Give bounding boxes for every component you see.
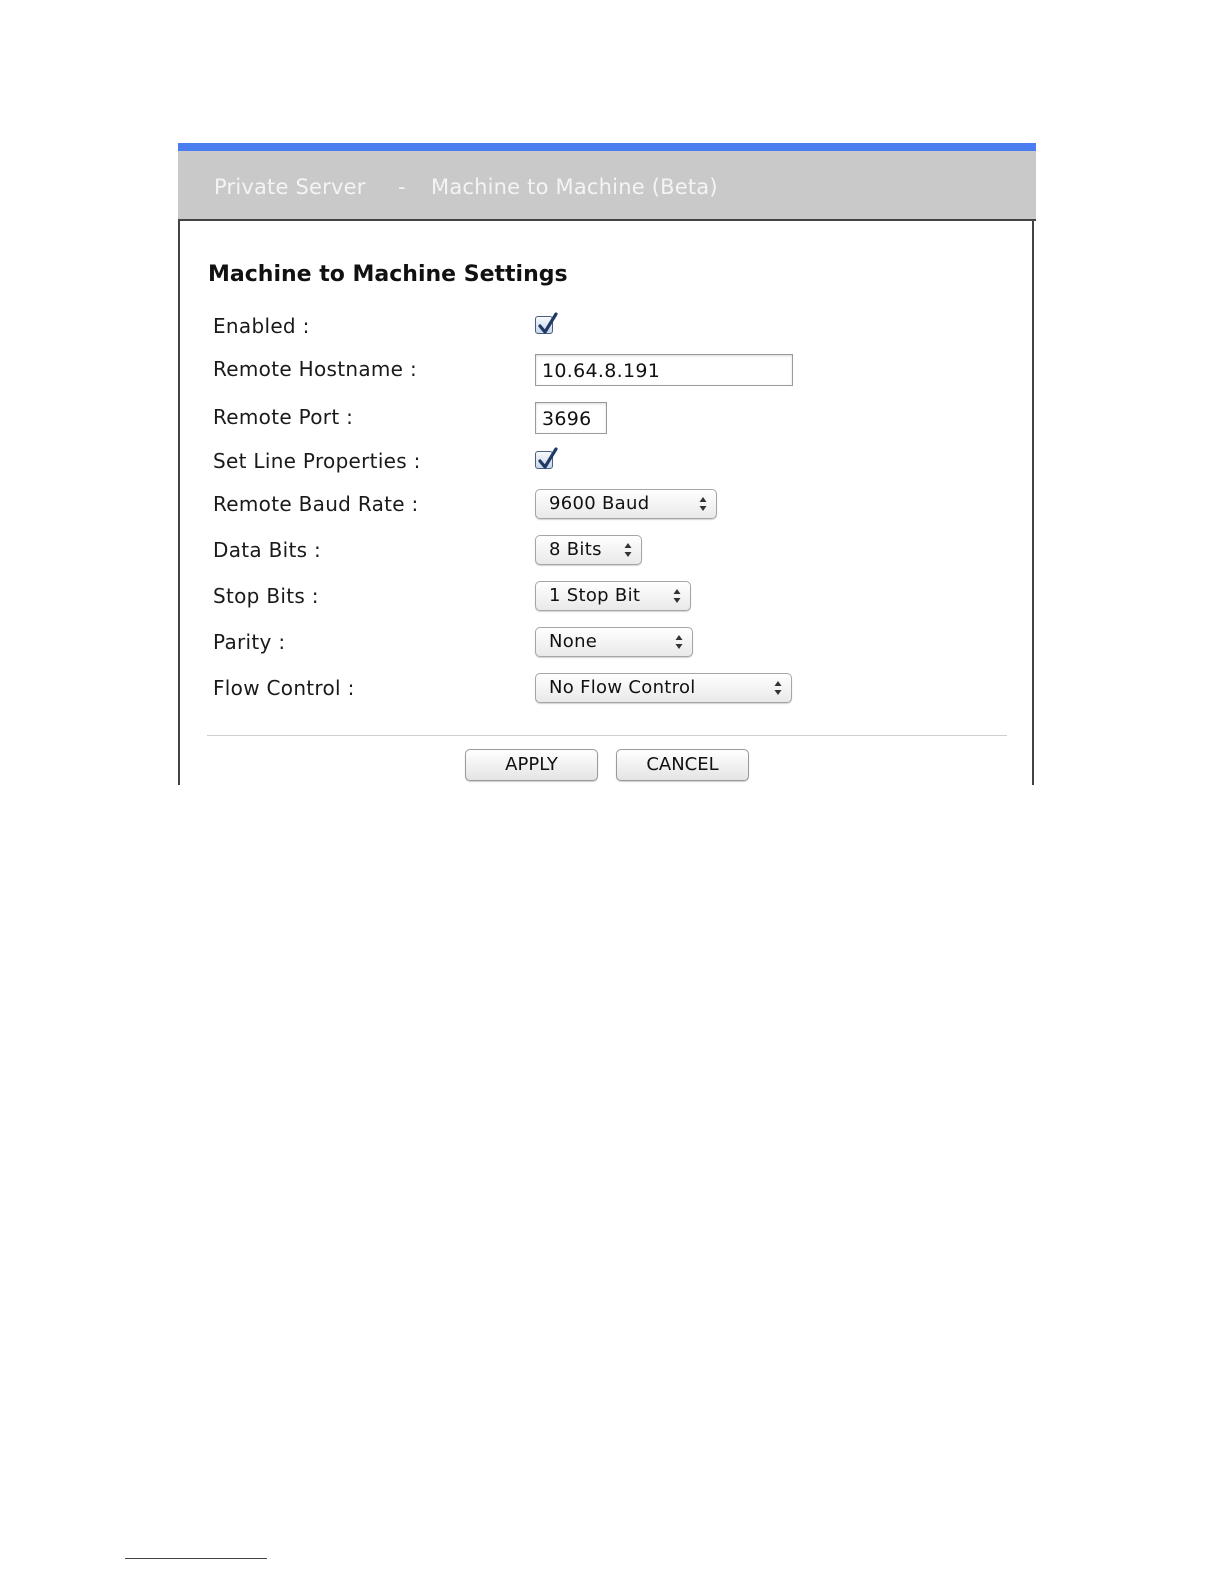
breadcrumb-machine-to-machine: Machine to Machine (Beta) [431,175,718,199]
data-bits-value: 8 Bits [549,539,602,560]
data-bits-label: Data Bits : [213,538,322,562]
flow-control-value: No Flow Control [549,677,696,698]
divider [207,735,1007,736]
flow-control-label: Flow Control : [213,676,355,700]
enabled-checkbox[interactable] [535,312,558,334]
remote-baud-rate-label: Remote Baud Rate : [213,492,419,516]
flow-control-select[interactable]: No Flow Control [535,673,792,703]
up-down-arrows-icon [675,635,683,649]
section-title: Machine to Machine Settings [208,262,568,287]
remote-baud-rate-value: 9600 Baud [549,493,650,514]
settings-panel: Private Server - Machine to Machine (Bet… [178,143,1036,785]
up-down-arrows-icon [624,543,632,557]
apply-button[interactable]: APPLY [465,749,598,781]
stop-bits-label: Stop Bits : [213,584,319,608]
checkmark-icon [538,447,558,469]
accent-bar [178,143,1036,151]
cancel-button[interactable]: CANCEL [616,749,749,781]
remote-hostname-label: Remote Hostname : [213,357,417,381]
up-down-arrows-icon [774,681,782,695]
title-bar: Private Server - Machine to Machine (Bet… [178,151,1036,221]
data-bits-select[interactable]: 8 Bits [535,535,642,565]
parity-value: None [549,631,598,652]
footnote-rule [125,1558,267,1559]
enabled-label: Enabled : [213,314,310,338]
breadcrumb-private-server: Private Server [214,175,366,199]
remote-baud-rate-select[interactable]: 9600 Baud [535,489,717,519]
remote-port-field[interactable]: 3696 [535,402,607,434]
remote-port-label: Remote Port : [213,405,354,429]
stop-bits-value: 1 Stop Bit [549,585,641,606]
up-down-arrows-icon [673,589,681,603]
parity-select[interactable]: None [535,627,693,657]
breadcrumb-separator: - [398,175,406,199]
checkmark-icon [538,312,558,334]
set-line-properties-label: Set Line Properties : [213,449,421,473]
stop-bits-select[interactable]: 1 Stop Bit [535,581,691,611]
up-down-arrows-icon [699,497,707,511]
remote-hostname-field[interactable]: 10.64.8.191 [535,354,793,386]
parity-label: Parity : [213,630,286,654]
set-line-properties-checkbox[interactable] [535,447,558,469]
